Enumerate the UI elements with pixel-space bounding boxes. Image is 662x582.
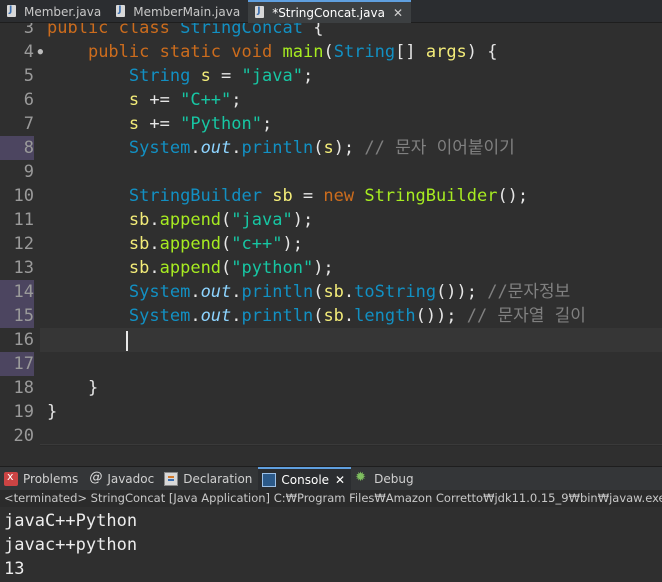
code-line: s += "Python"; bbox=[128, 114, 273, 134]
tab-label: Member.java bbox=[24, 4, 102, 19]
code-line: System.out.println(s); // 문자 이어붙이기 bbox=[128, 138, 515, 158]
line-number: 14 bbox=[0, 280, 34, 304]
tab-label: Javadoc bbox=[107, 471, 155, 486]
tab-member-java[interactable]: Member.java bbox=[0, 0, 109, 23]
code-line: s += "C++"; bbox=[128, 90, 242, 110]
code-editor[interactable]: 3 4 5 6 7 8 9 10 11 12 13 14 15 16 17 18… bbox=[0, 23, 662, 446]
tab-label: Problems bbox=[23, 471, 79, 486]
close-icon[interactable]: ✕ bbox=[335, 473, 345, 487]
tab-debug[interactable]: Debug bbox=[351, 467, 419, 491]
code-line: System.out.println(sb.length()); // 문자열 … bbox=[128, 306, 586, 326]
tab-label: Debug bbox=[374, 471, 414, 486]
code-line: sb.append("c++"); bbox=[128, 234, 303, 254]
tab-membermain-java[interactable]: MemberMain.java bbox=[109, 0, 248, 23]
console-line: javaC++Python bbox=[4, 511, 138, 531]
close-icon[interactable]: ✕ bbox=[393, 6, 403, 20]
code-line: public class StringConcat { bbox=[47, 23, 324, 38]
scroll-left-icon[interactable]: ‹ bbox=[46, 445, 51, 446]
line-number: 12 bbox=[13, 234, 34, 254]
line-number: 9 bbox=[23, 162, 34, 182]
tab-console[interactable]: Console ✕ bbox=[258, 466, 352, 491]
line-number: 16 bbox=[13, 330, 34, 350]
line-number: 11 bbox=[13, 210, 34, 230]
tab-declaration[interactable]: Declaration bbox=[160, 467, 258, 491]
line-number-gutter: 3 4 5 6 7 8 9 10 11 12 13 14 15 16 17 18… bbox=[0, 23, 43, 446]
horizontal-scrollbar[interactable]: ‹ bbox=[40, 444, 662, 446]
line-number: 6 bbox=[23, 90, 34, 110]
debug-icon bbox=[355, 470, 369, 486]
line-number: 7 bbox=[23, 114, 34, 134]
problems-icon bbox=[4, 470, 18, 486]
line-number: 17 bbox=[0, 352, 34, 376]
tab-problems[interactable]: Problems bbox=[0, 467, 84, 491]
java-file-icon bbox=[254, 5, 266, 20]
line-number: 3 bbox=[23, 23, 34, 38]
java-file-icon bbox=[115, 4, 127, 19]
line-number: 5 bbox=[23, 66, 34, 86]
tab-label: MemberMain.java bbox=[133, 4, 241, 19]
line-number: 15 bbox=[0, 304, 34, 328]
tab-stringconcat-java[interactable]: *StringConcat.java ✕ bbox=[248, 0, 412, 23]
code-line: sb.append("java"); bbox=[128, 210, 314, 230]
code-line: } bbox=[87, 378, 99, 398]
code-line: StringBuilder sb = new StringBuilder(); bbox=[128, 186, 529, 206]
line-number: 4 bbox=[0, 40, 43, 64]
tab-label: *StringConcat.java bbox=[272, 5, 385, 20]
panel-tab-bar: Problems Javadoc Declaration Console ✕ D… bbox=[0, 466, 662, 491]
java-file-icon bbox=[6, 4, 18, 19]
console-status: <terminated> StringConcat [Java Applicat… bbox=[0, 490, 662, 507]
code-line: System.out.println(sb.toString()); //문자정… bbox=[128, 282, 571, 302]
editor-tab-bar: Member.java MemberMain.java *StringConca… bbox=[0, 0, 662, 23]
declaration-icon bbox=[164, 471, 179, 486]
line-number: 19 bbox=[13, 402, 34, 422]
line-number: 18 bbox=[13, 378, 34, 398]
text-caret bbox=[126, 331, 128, 351]
console-icon bbox=[262, 472, 277, 487]
tab-javadoc[interactable]: Javadoc bbox=[84, 467, 160, 491]
line-number: 8 bbox=[0, 136, 34, 160]
javadoc-icon bbox=[88, 470, 102, 486]
code-line: } bbox=[47, 402, 58, 422]
console-line: javac++python bbox=[4, 535, 138, 555]
line-number: 10 bbox=[13, 186, 34, 206]
current-line-highlight bbox=[40, 328, 662, 352]
tab-label: Console bbox=[281, 472, 330, 487]
line-number: 20 bbox=[13, 426, 34, 446]
console-line: 13 bbox=[4, 559, 25, 579]
code-line: public static void main(String[] args) { bbox=[87, 42, 498, 62]
tab-label: Declaration bbox=[183, 471, 253, 486]
line-number: 13 bbox=[13, 258, 34, 278]
code-line: String s = "java"; bbox=[128, 66, 314, 86]
code-line: sb.append("python"); bbox=[128, 258, 334, 278]
console-output[interactable]: javaC++Python javac++python 13 bbox=[0, 507, 662, 582]
